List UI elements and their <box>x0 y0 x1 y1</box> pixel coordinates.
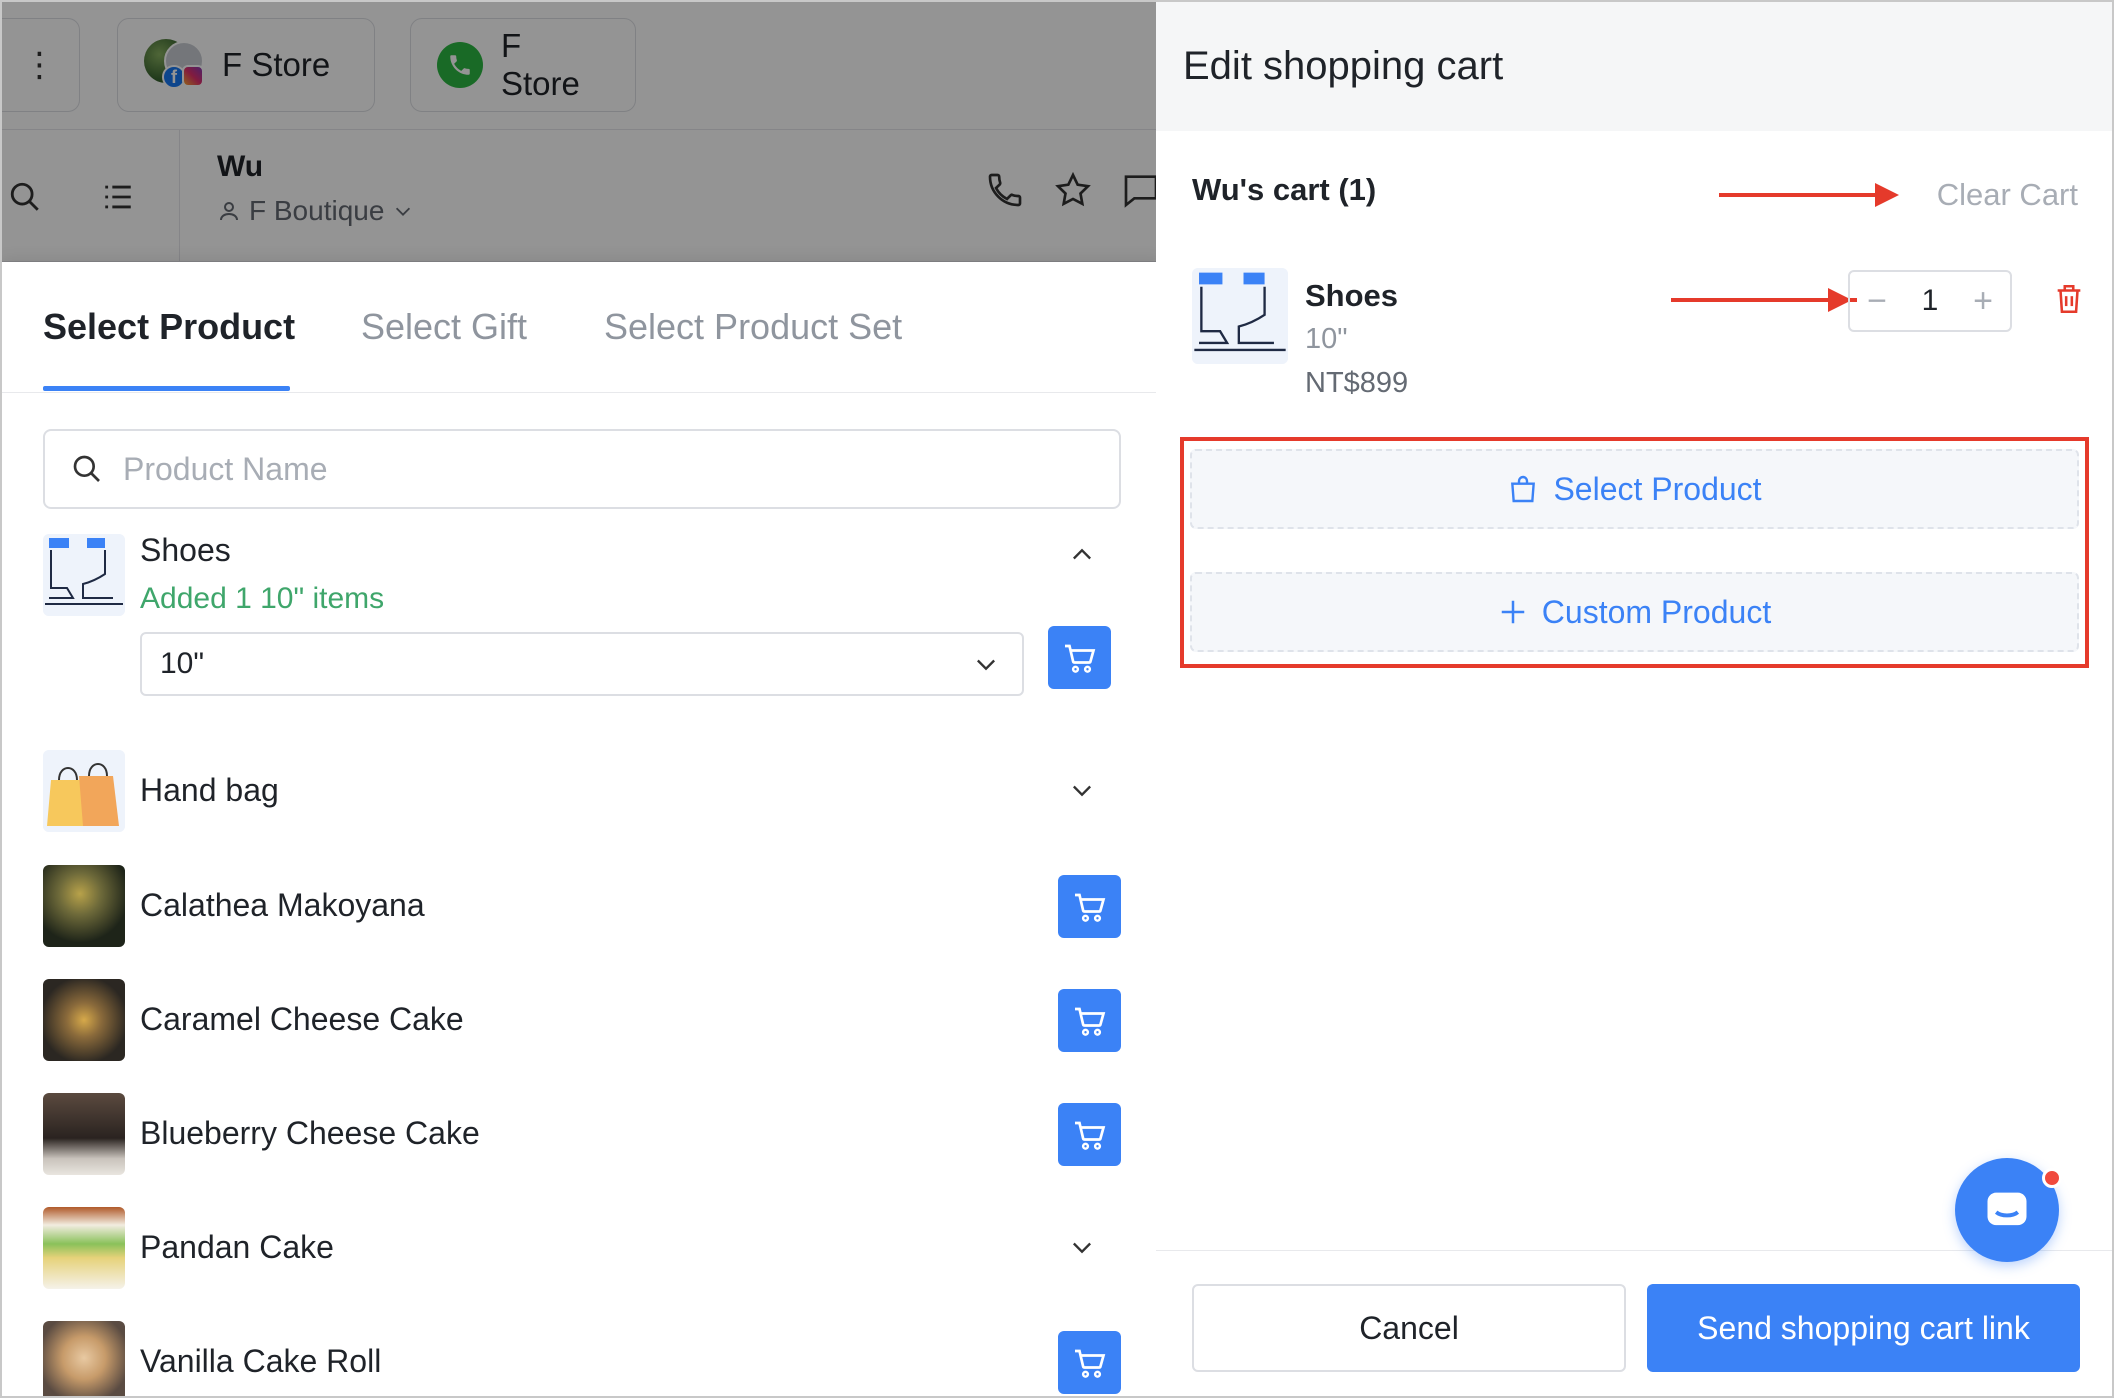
product-name: Blueberry Cheese Cake <box>140 1115 480 1151</box>
shopping-bag-icon <box>1511 475 1536 503</box>
send-cart-link-button[interactable]: Send shopping cart link <box>1647 1284 2080 1372</box>
clear-cart-link[interactable]: Clear Cart <box>1937 177 2078 213</box>
select-product-popup: Select Product Select Gift Select Produc… <box>0 262 1166 1398</box>
popup-tabs: Select Product Select Gift Select Produc… <box>0 262 1166 393</box>
list-item: Calathea Makoyana <box>0 865 1166 947</box>
annotation-arrow <box>1719 193 1879 197</box>
custom-product-button[interactable]: Custom Product <box>1190 572 2079 652</box>
chevron-down-icon <box>977 659 995 671</box>
product-name: Caramel Cheese Cake <box>140 1001 464 1037</box>
cart-icon <box>1074 893 1105 922</box>
product-thumbnail <box>43 750 125 832</box>
product-thumbnail <box>43 1093 125 1175</box>
cart-icon <box>1064 644 1095 673</box>
cart-icon <box>1074 1007 1105 1036</box>
product-name: Calathea Makoyana <box>140 887 425 923</box>
decrease-button[interactable]: − <box>1862 284 1892 318</box>
notification-dot <box>2042 1168 2062 1188</box>
collapse-button[interactable] <box>1062 535 1102 575</box>
selected-variant: 10" <box>160 647 205 680</box>
expand-button[interactable] <box>1062 1227 1102 1267</box>
product-name: Hand bag <box>140 772 279 808</box>
chevron-up-icon <box>1073 548 1091 560</box>
add-to-cart-button[interactable] <box>1058 989 1121 1052</box>
custom-product-label: Custom Product <box>1541 593 1772 630</box>
list-item: Blueberry Cheese Cake <box>0 1093 1166 1175</box>
add-to-cart-button[interactable] <box>1058 875 1121 938</box>
quantity-stepper: − 1 + <box>1848 270 2012 332</box>
cart-icon <box>1074 1121 1105 1150</box>
tab-select-product[interactable]: Select Product <box>43 306 295 348</box>
list-item: Caramel Cheese Cake <box>0 979 1166 1061</box>
product-thumbnail <box>43 1321 125 1398</box>
list-item: Hand bag <box>0 750 1166 832</box>
cart-item: Shoes 10" NT$899 − 1 + <box>1192 268 2081 408</box>
list-item: Vanilla Cake Roll <box>0 1321 1166 1398</box>
cart-icon <box>1074 1349 1105 1378</box>
product-name: Vanilla Cake Roll <box>140 1343 382 1379</box>
quantity-value[interactable]: 1 <box>1922 284 1939 318</box>
product-name: Pandan Cake <box>140 1229 334 1265</box>
cart-item-variant: 10" <box>1305 323 1348 355</box>
trash-icon[interactable] <box>2052 282 2086 316</box>
product-thumbnail <box>43 1207 125 1289</box>
drawer-footer: Cancel Send shopping cart link <box>1156 1250 2114 1398</box>
product-thumbnail <box>43 979 125 1061</box>
cart-item-thumbnail <box>1192 268 1288 364</box>
add-to-cart-button[interactable] <box>1058 1103 1121 1166</box>
product-thumbnail <box>43 865 125 947</box>
product-search-input[interactable] <box>123 450 1023 488</box>
chevron-down-icon <box>1073 1242 1091 1254</box>
cart-item-price: NT$899 <box>1305 367 1409 399</box>
chevron-down-icon <box>1073 785 1091 797</box>
product-search-box[interactable] <box>43 429 1121 509</box>
cart-label: Wu's cart (1) <box>1192 172 1377 207</box>
product-name: Shoes <box>140 532 231 568</box>
expand-button[interactable] <box>1062 770 1102 810</box>
select-product-label: Select Product <box>1553 470 1762 507</box>
list-item: Shoes Added 1 10" items 10" <box>0 532 1166 752</box>
cancel-button[interactable]: Cancel <box>1192 1284 1626 1372</box>
annotation-arrow-head <box>1875 183 1899 207</box>
add-to-cart-button[interactable] <box>1058 1331 1121 1394</box>
add-to-cart-button[interactable] <box>1048 626 1111 689</box>
select-product-button[interactable]: Select Product <box>1190 449 2079 529</box>
tab-select-product-set[interactable]: Select Product Set <box>604 306 902 348</box>
list-item: Pandan Cake <box>0 1207 1166 1289</box>
active-tab-indicator <box>43 386 290 391</box>
increase-button[interactable]: + <box>1968 284 1998 318</box>
variant-select[interactable]: 10" <box>140 632 1024 696</box>
cart-item-name: Shoes <box>1305 278 1399 313</box>
drawer-title: Edit shopping cart <box>1183 44 1504 88</box>
tab-select-gift[interactable]: Select Gift <box>361 306 527 348</box>
chat-icon <box>1987 1192 2027 1226</box>
product-thumbnail <box>43 534 125 616</box>
added-items-note: Added 1 10" items <box>140 582 385 615</box>
search-icon <box>73 455 100 482</box>
drawer-header: Edit shopping cart <box>1156 0 2114 131</box>
plus-icon <box>1501 600 1525 624</box>
